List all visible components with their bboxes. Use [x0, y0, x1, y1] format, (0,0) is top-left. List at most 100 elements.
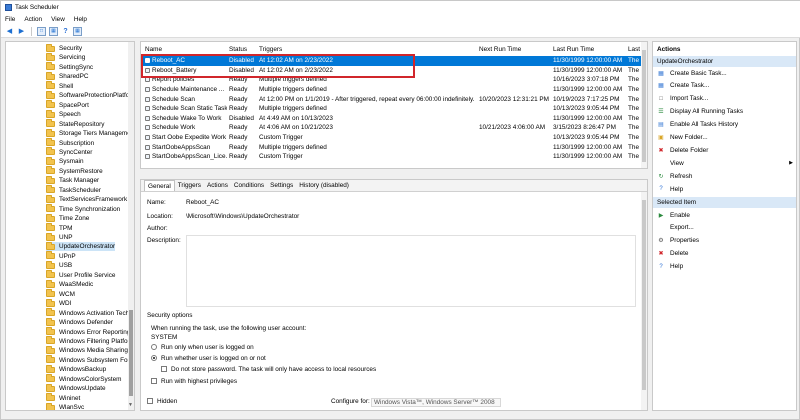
checkbox-hidden[interactable]: Hidden [147, 398, 177, 405]
action-delete[interactable]: ✖ Delete [657, 249, 795, 259]
tree-item[interactable]: Storage Tiers Managemen [46, 128, 134, 138]
table-row[interactable]: StartOobeAppsScan_Lice... Ready Custom Tri… [141, 152, 641, 162]
checkbox-highest-privileges[interactable]: Run with highest privileges [151, 378, 237, 385]
action-help[interactable]: ? Help [657, 184, 795, 194]
table-row[interactable]: Schedule Wake To Work Disabled At 4:49 AM … [141, 114, 641, 124]
table-row[interactable]: StartOobeAppsScan Ready Multiple triggers … [141, 142, 641, 152]
tree-item[interactable]: Subscription [46, 138, 94, 148]
actions-section-updateorchestrator[interactable]: UpdateOrchestrator [653, 56, 796, 67]
tab-history[interactable]: History (disabled) [296, 180, 352, 191]
tree-item[interactable]: Windows Filtering Platform [46, 336, 134, 346]
tree-item[interactable]: Time Synchronization [46, 204, 120, 214]
table-row[interactable]: Schedule Maintenance ... Ready Multiple tr… [141, 85, 641, 95]
tree-item[interactable]: WaaSMedic [46, 279, 93, 289]
back-arrow-icon[interactable]: ◀ [5, 27, 14, 36]
column-header-next-run-time[interactable]: Next Run Time [479, 45, 521, 54]
tab-triggers[interactable]: Triggers [175, 180, 204, 191]
configure-for-select[interactable]: Windows Vista™, Windows Server™ 2008 [371, 398, 501, 407]
tree-item[interactable]: Windows Defender [46, 317, 113, 327]
action-display-all-running-tasks[interactable]: ☰ Display All Running Tasks [657, 107, 795, 117]
tree-item[interactable]: Security [46, 43, 82, 53]
tree-item[interactable]: User Profile Service [46, 270, 115, 280]
column-header-last-result[interactable]: Last [628, 45, 640, 54]
tree-item[interactable]: Wininet [46, 393, 80, 403]
action-enable-all-tasks-history[interactable]: ▤ Enable All Tasks History [657, 120, 795, 130]
column-header-status[interactable]: Status [229, 45, 247, 54]
checkbox-do-not-store-password[interactable]: Do not store password. The task will onl… [161, 366, 376, 373]
table-row[interactable]: Start Oobe Expedite Work Ready Custom Trig… [141, 133, 641, 143]
tree-item[interactable]: SettingSync [46, 62, 93, 72]
radio-logged-on-only[interactable]: Run only when user is logged on [151, 344, 254, 351]
forward-arrow-icon[interactable]: ▶ [17, 27, 26, 36]
action-export[interactable]: Export... [657, 223, 795, 233]
details-scrollbar[interactable] [641, 192, 647, 410]
tab-actions[interactable]: Actions [204, 180, 231, 191]
action-import-task[interactable]: □ Import Task... [657, 94, 795, 104]
scroll-down-arrow-icon[interactable]: ▼ [128, 402, 133, 408]
tree-item[interactable]: SystemRestore [46, 166, 103, 176]
tab-general[interactable]: General [144, 180, 175, 191]
table-row[interactable]: Schedule Work Ready At 4:06 AM on 10/21/20… [141, 123, 641, 133]
show-hide-tree-icon[interactable]: ▦ [49, 26, 58, 36]
column-header-triggers[interactable]: Triggers [259, 45, 282, 54]
tree-item[interactable]: SharedPC [46, 71, 89, 81]
tree-item[interactable]: Time Zone [46, 213, 89, 223]
tab-conditions[interactable]: Conditions [231, 180, 267, 191]
library-tree[interactable]: WlanSvc Wininet WindowsUpdate WindowsColorS… [5, 41, 135, 411]
radio-logged-on-or-not[interactable]: Run whether user is logged on or not [151, 355, 266, 362]
tree-item[interactable]: WCM [46, 289, 75, 299]
tree-item[interactable]: Servicing [46, 52, 85, 62]
details-scrollbar-thumb[interactable] [642, 200, 646, 390]
tree-item[interactable]: WindowsBackup [46, 364, 106, 374]
tree-item[interactable]: StateRepository [46, 119, 104, 129]
action-refresh[interactable]: ↻ Refresh [657, 171, 795, 181]
action-help[interactable]: ? Help [657, 262, 795, 272]
up-folder-icon[interactable]: □ [37, 26, 46, 36]
tree-item[interactable]: SpacePort [46, 100, 89, 110]
tree-item[interactable]: Sysmain [46, 156, 84, 166]
action-create-task[interactable]: ▦ Create Task... [657, 81, 795, 91]
tree-item[interactable]: Windows Error Reporting [46, 327, 130, 337]
column-header-last-run-time[interactable]: Last Run Time [553, 45, 594, 54]
tree-item[interactable]: Shell [46, 81, 73, 91]
tree-scrollbar[interactable]: ▼ [128, 42, 134, 410]
tree-item[interactable]: TPM [46, 223, 73, 233]
tree-item[interactable]: UNP [46, 232, 73, 242]
action-enable[interactable]: ▶ Enable [657, 210, 795, 220]
tab-settings[interactable]: Settings [267, 180, 296, 191]
tree-item[interactable]: Windows Activation Techn [46, 308, 133, 318]
tree-item[interactable]: UpdateOrchestrator [46, 241, 116, 252]
table-row[interactable]: Schedule Scan Static Task Ready Multiple t… [141, 104, 641, 114]
tree-item[interactable]: Speech [46, 109, 81, 119]
tree-scrollbar-thumb[interactable] [129, 310, 133, 396]
description-field[interactable] [186, 235, 636, 307]
tree-item[interactable]: WlanSvc [46, 402, 84, 410]
tree-item[interactable]: WindowsUpdate [46, 383, 106, 393]
help-icon[interactable]: ? [61, 27, 70, 36]
tree-item[interactable]: Windows Media Sharing [46, 345, 128, 355]
action-properties[interactable]: ⚙ Properties [657, 236, 795, 246]
tree-item[interactable]: Windows Subsystem For Li [46, 355, 134, 365]
table-row[interactable]: Schedule Scan Ready At 12:00 PM on 1/1/201… [141, 94, 641, 104]
action-delete-folder[interactable]: ✖ Delete Folder [657, 145, 795, 155]
task-list-scrollbar-thumb[interactable] [642, 50, 646, 162]
tree-item[interactable]: WindowsColorSystem [46, 374, 122, 384]
tree-item[interactable]: SoftwareProtectionPlatform [46, 90, 134, 100]
tree-item[interactable]: WDI [46, 298, 71, 308]
tree-item[interactable]: SyncCenter [46, 147, 92, 157]
tree-item[interactable]: TaskScheduler [46, 185, 101, 195]
tree-item[interactable]: USB [46, 260, 72, 270]
menu-file[interactable]: File [5, 16, 15, 23]
menu-help[interactable]: Help [74, 16, 87, 23]
column-header-name[interactable]: Name [145, 45, 162, 54]
tree-item[interactable]: Task Manager [46, 175, 99, 185]
menu-action[interactable]: Action [24, 16, 42, 23]
tree-item[interactable]: UPnP [46, 251, 76, 261]
action-create-basic-task[interactable]: ▦ Create Basic Task... [657, 68, 795, 78]
show-hide-action-pane-icon[interactable]: ▦ [73, 26, 82, 36]
menu-view[interactable]: View [51, 16, 65, 23]
actions-section-selected-item[interactable]: Selected Item [653, 197, 796, 208]
action-new-folder[interactable]: ▣ New Folder... [657, 133, 795, 143]
action-view[interactable]: View ▶ [657, 158, 795, 168]
tree-item[interactable]: TextServicesFramework [46, 194, 127, 204]
